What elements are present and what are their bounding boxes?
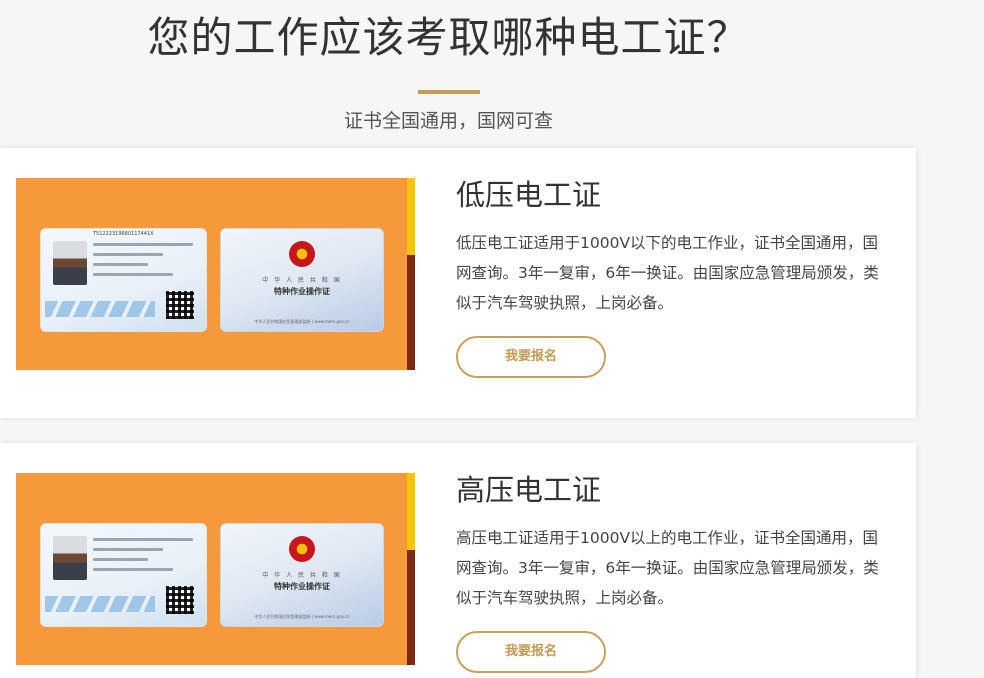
- certificate-cover: 中 华 人 民 共 和 国 特种作业操作证 中华人民共和国应急管理部监制 | w…: [220, 523, 384, 627]
- id-card-front: [40, 523, 207, 627]
- qr-code-icon: [166, 586, 194, 614]
- cert-country: 中 华 人 民 共 和 国: [262, 572, 342, 579]
- card-content: 低压电工证 低压电工证适用于1000V以下的电工作业，证书全国通用，国网查询。3…: [456, 176, 886, 378]
- cert-footer: 中华人民共和国应急管理部监制 | www.mem.gov.cn: [254, 319, 350, 324]
- signup-button[interactable]: 我要报名: [456, 631, 606, 673]
- id-card-front: T51222319680117441X: [40, 228, 207, 332]
- cert-name: 特种作业操作证: [274, 287, 330, 296]
- card-description: 高压电工证适用于1000V以上的电工作业，证书全国通用，国网查询。3年一复审，6…: [456, 529, 879, 607]
- portrait-photo: [53, 536, 87, 580]
- card-title: 低压电工证: [456, 178, 602, 212]
- national-emblem-icon: [289, 241, 315, 267]
- cert-country: 中 华 人 民 共 和 国: [262, 277, 342, 284]
- card-description: 低压电工证适用于1000V以下的电工作业，证书全国通用，国网查询。3年一复审，6…: [456, 234, 879, 312]
- title-divider: [417, 90, 480, 94]
- page-title: 您的工作应该考取哪种电工证？: [147, 13, 750, 62]
- id-serial: T51222319680117441X: [93, 231, 154, 237]
- certificate-card-low-voltage: T51222319680117441X 中 华 人 民 共 和 国 特种作业操作…: [0, 148, 916, 418]
- page: 您的工作应该考取哪种电工证？ 证书全国通用，国网可查 T512223196801…: [0, 0, 984, 678]
- cert-footer: 中华人民共和国应急管理部监制 | www.mem.gov.cn: [254, 614, 350, 619]
- cert-name: 特种作业操作证: [274, 582, 330, 591]
- certificate-cover: 中 华 人 民 共 和 国 特种作业操作证 中华人民共和国应急管理部监制 | w…: [220, 228, 384, 332]
- card-title: 高压电工证: [456, 473, 602, 507]
- section-heading: 您的工作应该考取哪种电工证？ 证书全国通用，国网可查: [0, 8, 897, 134]
- certificate-card-high-voltage: 中 华 人 民 共 和 国 特种作业操作证 中华人民共和国应急管理部监制 | w…: [0, 443, 916, 678]
- national-emblem-icon: [289, 536, 315, 562]
- portrait-photo: [53, 241, 87, 285]
- card-content: 高压电工证 高压电工证适用于1000V以上的电工作业，证书全国通用，国网查询。3…: [456, 471, 886, 673]
- signup-button[interactable]: 我要报名: [456, 336, 606, 378]
- certificate-image: 中 华 人 民 共 和 国 特种作业操作证 中华人民共和国应急管理部监制 | w…: [16, 473, 415, 665]
- qr-code-icon: [166, 291, 194, 319]
- certificate-image: T51222319680117441X 中 华 人 民 共 和 国 特种作业操作…: [16, 178, 415, 370]
- page-subtitle: 证书全国通用，国网可查: [343, 110, 553, 132]
